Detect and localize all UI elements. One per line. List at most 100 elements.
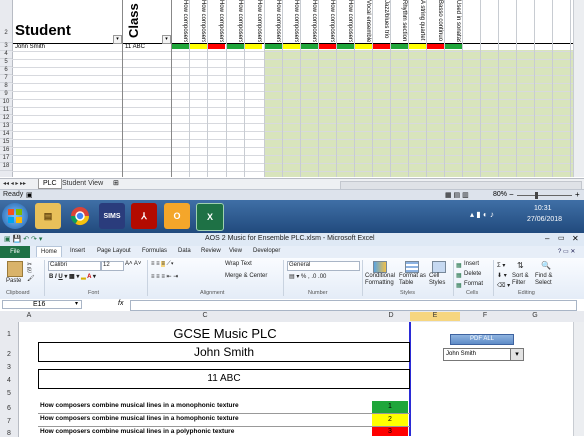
row-number[interactable]: 13 <box>0 123 12 131</box>
zoom-in-icon[interactable]: + <box>575 190 580 199</box>
filter-dropdown-icon[interactable]: ▾ <box>162 35 171 44</box>
vertical-scrollbar[interactable] <box>573 322 584 436</box>
score-color-cell[interactable] <box>319 44 336 49</box>
student-name-box[interactable]: John Smith <box>38 342 410 362</box>
row-number[interactable]: 2 <box>0 30 12 43</box>
row-number[interactable]: 9 <box>0 91 12 99</box>
column-header-c[interactable]: C <box>40 312 370 319</box>
dropdown-arrow-icon[interactable]: ▾ <box>510 348 524 361</box>
close-button[interactable]: ✕ <box>572 234 579 243</box>
wrap-text-button[interactable]: Wrap Text <box>225 261 252 267</box>
paste-icon[interactable] <box>7 261 23 277</box>
tab-formulas[interactable]: Formulas <box>142 248 167 254</box>
filter-dropdown-icon[interactable]: ▾ <box>113 35 122 44</box>
score-color-cell[interactable] <box>427 44 444 49</box>
zoom-level[interactable]: 80% <box>493 191 507 198</box>
name-box[interactable]: E16 <box>2 300 82 309</box>
tab-data[interactable]: Data <box>178 248 191 254</box>
tray-icons[interactable]: ▴ ▮ ◐ ♪ <box>470 210 494 219</box>
column-header-a[interactable]: A <box>20 312 38 319</box>
tab-plc[interactable]: PLC <box>38 179 62 189</box>
explorer-icon[interactable]: ▤ <box>35 203 61 229</box>
excel-icon[interactable]: X <box>196 203 224 231</box>
number-format-box[interactable]: General <box>287 261 360 271</box>
merge-center-button[interactable]: Merge & Center <box>225 273 267 279</box>
tab-file[interactable]: File <box>0 246 30 258</box>
score-color-cell[interactable] <box>337 44 354 49</box>
row-number[interactable]: 6 <box>0 67 12 75</box>
format-as-table-button[interactable]: Format as Table <box>399 273 427 287</box>
zoom-slider-thumb[interactable] <box>535 192 538 199</box>
quick-access-toolbar[interactable]: ▣ 💾 ↶ ↷ ▾ <box>4 235 42 243</box>
row-number[interactable]: 15 <box>0 139 12 147</box>
conditional-formatting-icon[interactable] <box>373 261 387 273</box>
clock-date[interactable]: 27/06/2018 <box>527 216 562 223</box>
row-number[interactable]: 16 <box>0 147 12 155</box>
row-number[interactable]: 6 <box>0 405 19 412</box>
row-number[interactable]: 7 <box>0 75 12 83</box>
column-header-e[interactable]: E <box>410 312 460 321</box>
row-number[interactable]: 1 <box>0 331 19 338</box>
fx-button[interactable]: fx <box>118 300 123 307</box>
tab-home[interactable]: Home <box>36 246 63 257</box>
plc-score-cell[interactable]: 1 <box>372 401 408 413</box>
clock-time[interactable]: 10:31 <box>534 205 552 212</box>
cut-copy-icons[interactable]: ✂ ⎘ 🖌 <box>27 261 35 282</box>
chrome-icon[interactable] <box>67 203 93 229</box>
tab-review[interactable]: Review <box>201 248 221 254</box>
score-color-cell[interactable] <box>409 44 426 49</box>
score-color-cell[interactable] <box>208 44 225 49</box>
zoom-out-icon[interactable]: − <box>509 190 514 199</box>
row-number[interactable]: 8 <box>0 83 12 91</box>
formula-input[interactable] <box>130 300 577 311</box>
tab-page-layout[interactable]: Page Layout <box>97 248 131 254</box>
score-color-cell[interactable] <box>245 44 262 49</box>
column-header-f[interactable]: F <box>460 312 510 319</box>
student-dropdown[interactable]: John Smith <box>443 348 514 361</box>
row-number[interactable]: 18 <box>0 163 12 171</box>
student-class-cell[interactable]: 11 ABC <box>125 44 145 50</box>
help-icon[interactable]: ? ▭ ✕ <box>558 248 575 255</box>
macro-record-icon[interactable]: ▣ <box>26 191 33 199</box>
class-box[interactable]: 11 ABC <box>38 369 410 389</box>
sort-filter-button[interactable]: Sort & Filter <box>512 273 532 287</box>
row-number[interactable]: 10 <box>0 99 12 107</box>
font-name-box[interactable]: Calibri <box>48 261 101 271</box>
font-size-box[interactable]: 12 <box>101 261 124 271</box>
view-buttons[interactable]: ▦ ▤ ▥ <box>445 191 469 199</box>
student-name-cell[interactable]: John Smith <box>15 44 45 50</box>
tab-student-view[interactable]: Student View <box>62 180 103 187</box>
tab-developer[interactable]: Developer <box>253 248 280 254</box>
score-color-cell[interactable] <box>227 44 244 49</box>
name-box-dropdown-icon[interactable]: ▾ <box>75 300 78 307</box>
score-color-cell[interactable] <box>445 44 462 49</box>
score-color-cell[interactable] <box>301 44 318 49</box>
row-number[interactable]: 3 <box>0 43 12 51</box>
align-icons-bottom[interactable]: ≡ ≡ ≡ ⇤ ⇥ <box>151 273 178 280</box>
pdf-all-button[interactable]: PDF ALL <box>450 334 514 345</box>
row-number[interactable]: 17 <box>0 155 12 163</box>
paste-button[interactable]: Paste <box>6 278 21 284</box>
plc-score-cell[interactable]: 2 <box>372 414 408 426</box>
row-number[interactable]: 12 <box>0 115 12 123</box>
outlook-icon[interactable]: O <box>164 203 190 229</box>
plc-score-cell[interactable]: 3 <box>372 427 408 436</box>
score-color-cell[interactable] <box>265 44 282 49</box>
conditional-formatting-button[interactable]: Conditional Formatting <box>365 273 397 287</box>
font-grow-shrink[interactable]: A˄ A˅ <box>125 261 141 267</box>
score-color-cell[interactable] <box>190 44 207 49</box>
row-number[interactable]: 2 <box>0 351 19 358</box>
bold-italic-underline[interactable]: B I U ▾ ▦ ▾ ▂ A ▾ <box>49 273 96 280</box>
cell-styles-icon[interactable] <box>432 261 446 273</box>
format-as-table-icon[interactable] <box>405 261 419 273</box>
row-number[interactable]: 3 <box>0 364 19 371</box>
acrobat-icon[interactable]: ⅄ <box>131 203 157 229</box>
number-format-icons[interactable]: ▤ ▾ % , .0 .00 <box>289 273 326 280</box>
vertical-scrollbar[interactable] <box>573 0 584 177</box>
score-color-cell[interactable] <box>391 44 408 49</box>
score-color-cell[interactable] <box>355 44 372 49</box>
zoom-slider[interactable] <box>517 195 572 196</box>
score-color-cell[interactable] <box>373 44 390 49</box>
score-color-cell[interactable] <box>172 44 189 49</box>
row-number[interactable]: 7 <box>0 418 19 425</box>
